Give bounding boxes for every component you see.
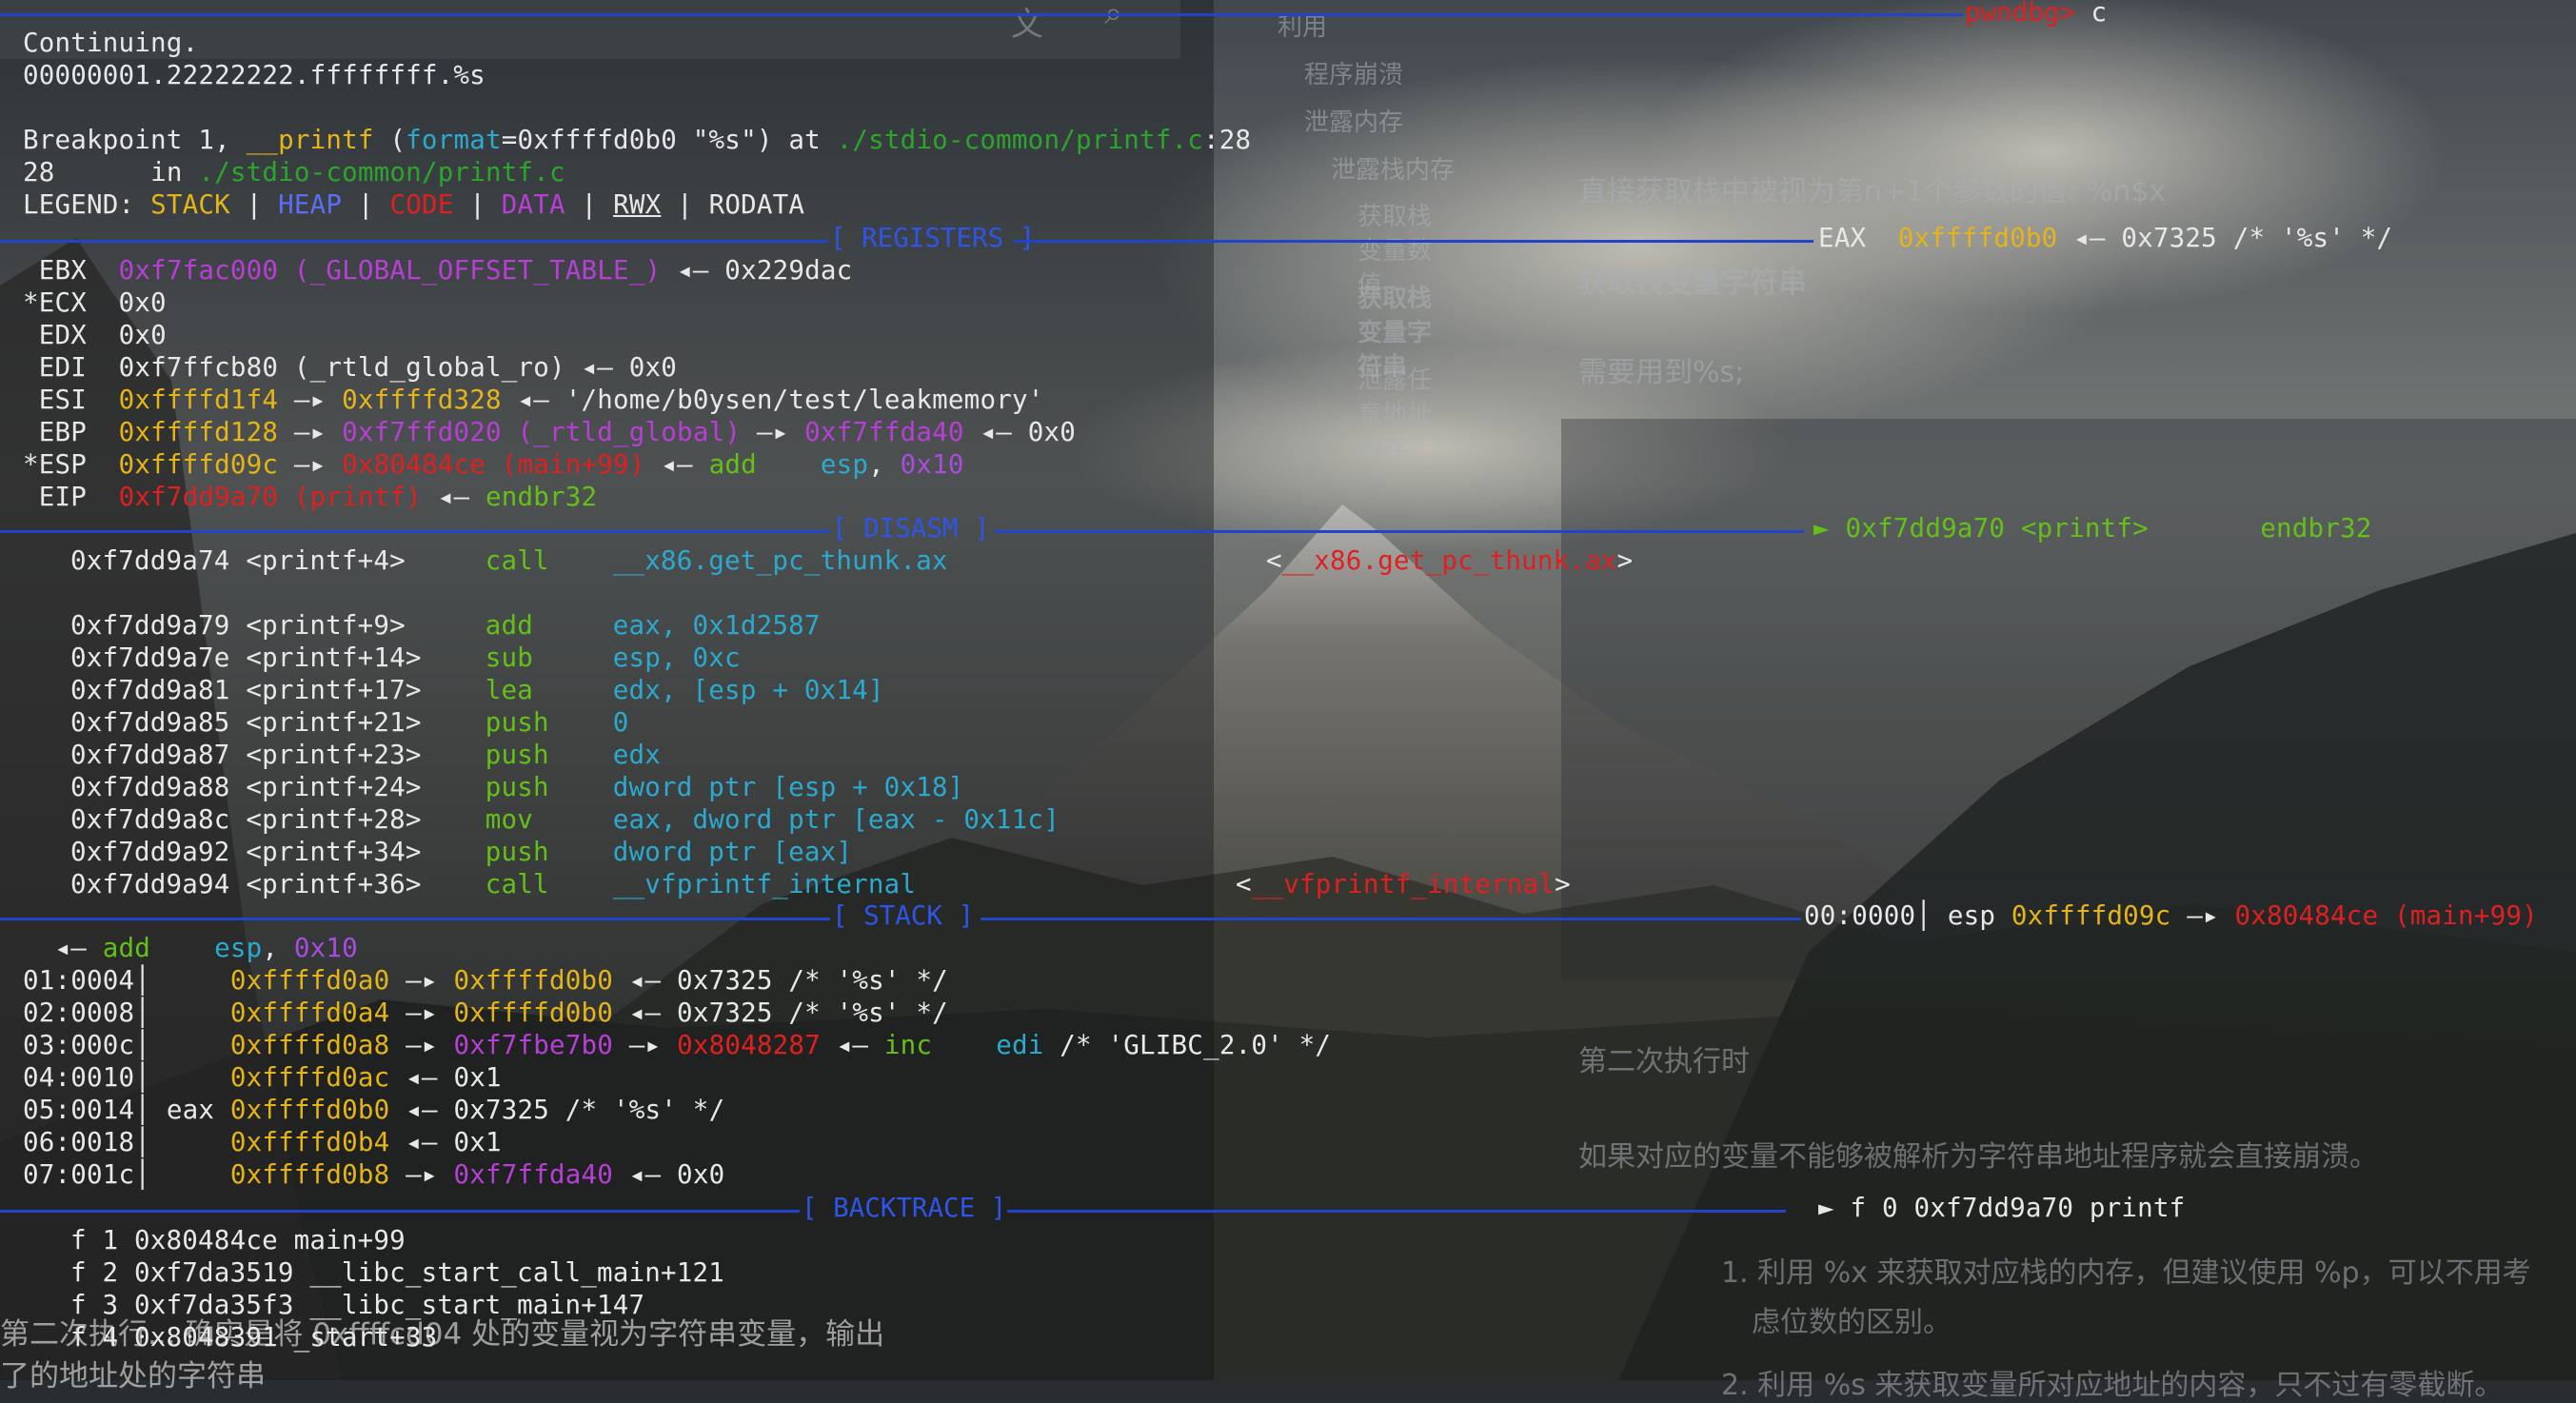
disasm-line: 0xf7dd9a81 <printf+17> lea edx, [esp + 0… [70, 675, 884, 705]
stack-row: 04:0010│ 0xffffd0ac ◂— 0x1 [23, 1062, 502, 1093]
register-eax: EAX 0xffffd0b0 ◂— 0x7325 /* '%s' */ [1818, 223, 2393, 253]
program-output: 00000001.22222222.ffffffff.%s [23, 60, 485, 90]
register-esi: ESI 0xffffd1f4 —▸ 0xffffd328 ◂— '/home/b… [38, 385, 1044, 415]
register-eip: EIP 0xf7dd9a70 (printf) ◂— endbr32 [38, 482, 598, 512]
disasm-line: 0xf7dd9a88 <printf+24> push dword ptr [e… [70, 772, 964, 802]
stack-header: [ STACK ] [832, 900, 975, 931]
section-rule [0, 1210, 800, 1213]
section-rule [981, 918, 1801, 920]
backtrace-frame: f 4 0x8048391 _start+33 [70, 1322, 438, 1353]
disasm-line: 0xf7dd9a92 <printf+34> push dword ptr [e… [70, 837, 853, 867]
disasm-line: 0xf7dd9a94 <printf+36> call __vfprintf_i… [70, 869, 917, 899]
section-rule [0, 530, 830, 533]
register-ebp: EBP 0xffffd128 —▸ 0xf7ffd020 (_rtld_glob… [38, 417, 1076, 447]
register-edx: EDX 0x0 [38, 320, 167, 350]
pwndbg-terminal[interactable]: pwndbg> c Continuing. 00000001.22222222.… [0, 0, 2576, 1380]
stack-row: 01:0004│ 0xffffd0a0 —▸ 0xffffd0b0 ◂— 0x7… [23, 965, 948, 996]
disasm-current: ► 0xf7dd9a70 <printf> endbr32 [1813, 513, 2372, 543]
disasm-line: 0xf7dd9a8c <printf+28> mov eax, dword pt… [70, 804, 1060, 835]
stack-row: 03:000c│ 0xffffd0a8 —▸ 0xf7fbe7b0 —▸ 0x8… [23, 1030, 1332, 1060]
prompt-rule [0, 13, 1963, 16]
section-rule [995, 530, 1804, 533]
disasm-line: 0xf7dd9a85 <printf+21> push 0 [70, 707, 629, 738]
register-ecx: *ECX 0x0 [23, 287, 167, 318]
backtrace-frame: f 3 0xf7da35f3 __libc_start_main+147 [70, 1290, 645, 1320]
section-rule [1014, 240, 1813, 243]
stack-row-continuation: ◂— add esp, 0x10 [38, 933, 358, 963]
section-rule [0, 918, 830, 920]
stack-row: 07:001c│ 0xffffd0b8 —▸ 0xf7ffda40 ◂— 0x0 [23, 1159, 725, 1190]
output-continuing: Continuing. [23, 28, 199, 58]
call-target: <__vfprintf_internal> [1236, 869, 1571, 899]
breakpoint-line: Breakpoint 1, __printf (format=0xffffd0b… [23, 125, 1252, 155]
disasm-line: 0xf7dd9a74 <printf+4> call __x86.get_pc_… [70, 545, 948, 576]
pwndbg-prompt: pwndbg> c [1965, 0, 2108, 28]
register-ebx: EBX 0xf7fac000 (_GLOBAL_OFFSET_TABLE_) ◂… [38, 255, 853, 286]
stack-row: 06:0018│ 0xffffd0b4 ◂— 0x1 [23, 1127, 502, 1157]
backtrace-frame: f 1 0x80484ce main+99 [70, 1225, 406, 1255]
stack-row: 05:0014│ eax 0xffffd0b0 ◂— 0x7325 /* '%s… [23, 1095, 725, 1125]
backtrace-frame: f 2 0xf7da3519 __libc_start_call_main+12… [70, 1257, 725, 1288]
stack-row: 00:0000│ esp 0xffffd09c —▸ 0x80484ce (ma… [1804, 900, 2538, 931]
source-line: 28 in ./stdio-common/printf.c [23, 157, 565, 188]
backtrace-frame: ► f 0 0xf7dd9a70 printf [1818, 1193, 2186, 1223]
register-esp: *ESP 0xffffd09c —▸ 0x80484ce (main+99) ◂… [23, 449, 964, 480]
call-target: <__x86.get_pc_thunk.ax> [1266, 545, 1634, 576]
disasm-line: 0xf7dd9a87 <printf+23> push edx [70, 740, 662, 770]
registers-header: [ REGISTERS ] [830, 223, 1036, 253]
section-rule [0, 240, 828, 243]
backtrace-header: [ BACKTRACE ] [802, 1193, 1007, 1223]
legend-line: LEGEND: STACK | HEAP | CODE | DATA | RWX… [23, 189, 805, 220]
disasm-header: [ DISASM ] [832, 513, 990, 543]
section-rule [1007, 1210, 1786, 1213]
disasm-line: 0xf7dd9a7e <printf+14> sub esp, 0xc [70, 642, 741, 673]
stack-row: 02:0008│ 0xffffd0a4 —▸ 0xffffd0b0 ◂— 0x7… [23, 998, 948, 1028]
disasm-line: 0xf7dd9a79 <printf+9> add eax, 0x1d2587 [70, 610, 821, 641]
register-edi: EDI 0xf7ffcb80 (_rtld_global_ro) ◂— 0x0 [38, 352, 678, 383]
